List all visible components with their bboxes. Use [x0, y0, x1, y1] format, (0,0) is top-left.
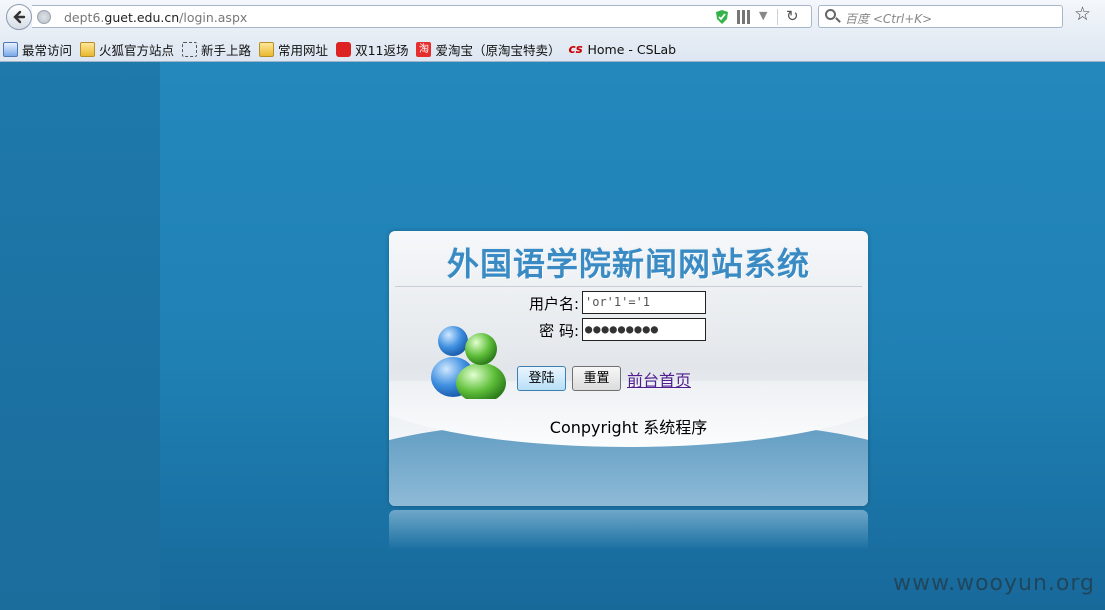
bookmark-label: 最常访问: [22, 42, 73, 58]
cslab-icon: cs: [568, 41, 583, 56]
dropdown-arrow-icon[interactable]: ▼: [759, 9, 767, 22]
address-bar[interactable]: dept6.guet.edu.cn/login.aspx ▼ ↻: [32, 5, 812, 28]
bookmark-double11[interactable]: 双11返场: [336, 40, 408, 59]
users-icon: [431, 326, 506, 399]
search-placeholder: 百度 <Ctrl+K>: [845, 12, 933, 26]
panel-reflection: [389, 510, 868, 550]
red-bag-icon: [336, 41, 352, 57]
reset-button[interactable]: 重置: [572, 366, 621, 391]
password-label: 密 码:: [539, 322, 579, 340]
bookmark-label: 双11返场: [355, 42, 409, 58]
bookmark-star-icon[interactable]: ☆: [1074, 3, 1091, 25]
qr-code-icon[interactable]: [737, 10, 751, 24]
url-text: dept6.guet.edu.cn/login.aspx: [64, 10, 248, 25]
folder-icon: [259, 41, 275, 57]
taobao-icon: 淘: [416, 41, 432, 57]
login-panel: 外国语学院新闻网站系统 用户名: 'or'1'='1 密 码: ●●●●●●●●…: [389, 231, 868, 506]
title-divider: [395, 286, 862, 287]
bookmark-label: 新手上路: [201, 42, 252, 58]
bookmark-most-visited[interactable]: 最常访问: [3, 40, 72, 59]
folder-icon: [80, 41, 96, 57]
bookmark-aitaobao[interactable]: 淘 爱淘宝（原淘宝特卖）: [416, 40, 560, 59]
search-icon: [825, 9, 836, 20]
back-arrow-icon: [13, 10, 26, 24]
username-input[interactable]: 'or'1'='1: [582, 291, 706, 314]
shield-icon[interactable]: [715, 9, 729, 25]
bookmark-label: 爱淘宝（原淘宝特卖）: [435, 42, 561, 58]
navigation-toolbar: dept6.guet.edu.cn/login.aspx ▼ ↻ 百度 <Ctr…: [0, 0, 1105, 34]
reload-icon[interactable]: ↻: [786, 7, 799, 25]
bookmark-getting-started[interactable]: 新手上路: [182, 40, 251, 59]
username-label: 用户名:: [528, 295, 579, 313]
bookmark-label: 常用网址: [278, 42, 329, 58]
copyright-text: Conpyright 系统程序: [549, 418, 708, 437]
back-button[interactable]: [6, 4, 32, 30]
bookmark-common-sites[interactable]: 常用网址: [259, 40, 328, 59]
bookmark-firefox-sites[interactable]: 火狐官方站点: [80, 40, 174, 59]
dotted-page-icon: [182, 41, 198, 57]
divider: [777, 9, 778, 25]
watermark-text: www.wooyun.org: [893, 571, 1095, 596]
page-title: 外国语学院新闻网站系统: [446, 245, 810, 283]
bookmark-cslab[interactable]: cs Home - CSLab: [568, 42, 676, 57]
bookmark-label: Home - CSLab: [587, 41, 677, 57]
globe-icon: [37, 10, 51, 24]
browser-chrome: dept6.guet.edu.cn/login.aspx ▼ ↻ 百度 <Ctr…: [0, 0, 1105, 62]
page-viewport: 外国语学院新闻网站系统 用户名: 'or'1'='1 密 码: ●●●●●●●●…: [0, 62, 1105, 610]
password-input[interactable]: ●●●●●●●●●: [582, 318, 706, 341]
bookmark-label: 火狐官方站点: [99, 42, 175, 58]
bookmarks-toolbar: 最常访问 火狐官方站点 新手上路 常用网址 双11返场 淘 爱淘宝（原淘宝特卖）…: [0, 37, 1105, 61]
search-bar[interactable]: 百度 <Ctrl+K>: [818, 5, 1063, 28]
left-background-strip: [0, 62, 160, 610]
login-button[interactable]: 登陆: [517, 366, 566, 391]
recent-icon: [3, 41, 18, 57]
front-page-link[interactable]: 前台首页: [627, 367, 691, 391]
